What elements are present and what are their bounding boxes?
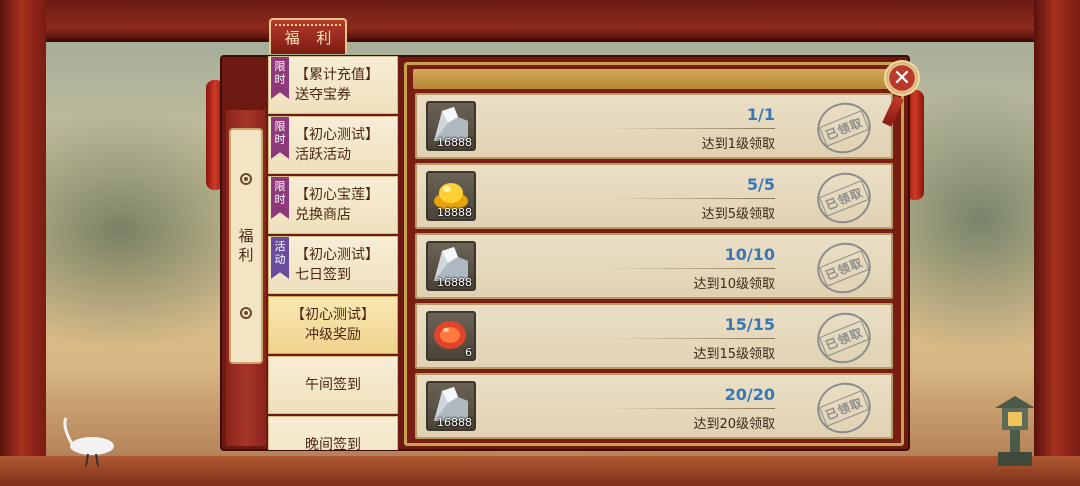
menu-item[interactable]: 晚间签到	[268, 416, 398, 450]
panel-title-tab: 福 利	[269, 18, 347, 54]
menu-item[interactable]: 限时 【初心宝莲】 兑换商店	[268, 176, 398, 234]
knot-icon	[240, 307, 252, 319]
claimed-stamp: 已领取	[809, 234, 879, 302]
claimed-stamp-label: 已领取	[819, 249, 869, 287]
row-divider	[607, 128, 775, 129]
menu-item[interactable]: 限时 【初心测试】 活跃活动	[268, 116, 398, 174]
level-progress: 10/10	[724, 245, 775, 264]
claim-condition: 达到15级领取	[693, 347, 775, 362]
row-divider	[607, 198, 775, 199]
close-icon: ✕	[892, 65, 912, 91]
menu-badge: 限时	[271, 117, 289, 159]
content-header-bar	[413, 69, 895, 89]
level-progress: 1/1	[746, 105, 775, 124]
menu-item-label: 【初心宝莲】 兑换商店	[295, 187, 379, 223]
menu-item-label: 【累计充值】 送夺宝券	[295, 67, 379, 103]
claimed-stamp: 已领取	[809, 164, 879, 232]
claimed-stamp-label: 已领取	[819, 179, 869, 217]
menu-item-label: 【初心测试】 七日签到	[295, 247, 379, 283]
level-progress: 20/20	[724, 385, 775, 404]
reward-item-slot[interactable]: 16888	[426, 241, 476, 291]
stone-lantern-decoration	[995, 396, 1035, 466]
claimed-stamp-label: 已领取	[819, 319, 869, 357]
reward-item-slot[interactable]: 16888	[426, 381, 476, 431]
crane-decoration	[63, 417, 114, 466]
panel-title: 福 利	[284, 28, 338, 47]
reward-row: 6 15/15 达到15级领取 已领取	[415, 303, 893, 372]
claimed-stamp-label: 已领取	[819, 109, 869, 147]
level-progress: 15/15	[724, 315, 775, 334]
knot-icon	[240, 173, 252, 185]
claim-condition: 达到10级领取	[693, 277, 775, 292]
menu-item-label: 晚间签到	[305, 437, 361, 450]
reward-row: 16888 1/1 达到1级领取 已领取	[415, 93, 893, 162]
close-button[interactable]: ✕	[884, 60, 920, 96]
claimed-stamp-label: 已领取	[819, 389, 869, 427]
item-count: 6	[465, 346, 472, 359]
reward-item-slot[interactable]: 16888	[426, 101, 476, 151]
row-divider	[607, 268, 775, 269]
row-divider	[607, 408, 775, 409]
menu-item[interactable]: 【初心测试】 冲级奖励	[268, 296, 398, 354]
claimed-stamp: 已领取	[809, 374, 879, 442]
side-tab-welfare[interactable]: 福利	[229, 128, 263, 364]
menu-item-label: 【初心测试】 活跃活动	[295, 127, 379, 163]
menu-item-label: 【初心测试】 冲级奖励	[291, 307, 375, 343]
reward-item-slot[interactable]: 18888	[426, 171, 476, 221]
item-count: 16888	[437, 416, 472, 429]
menu-badge: 限时	[271, 57, 289, 99]
item-count: 16888	[437, 136, 472, 149]
menu-item[interactable]: 午间签到	[268, 356, 398, 414]
reward-row: 16888 20/20 达到20级领取 已领取	[415, 373, 893, 442]
right-pillar	[1034, 0, 1080, 486]
left-pillar	[0, 0, 46, 486]
claim-condition: 达到20级领取	[693, 417, 775, 432]
reward-item-slot[interactable]: 6	[426, 311, 476, 361]
claim-condition: 达到5级领取	[701, 207, 775, 222]
claimed-stamp: 已领取	[809, 94, 879, 162]
reward-list: 16888 1/1 达到1级领取 已领取 18888 5/5 达到5级领取 已领取 16888 1…	[415, 93, 893, 443]
row-divider	[607, 338, 775, 339]
claim-condition: 达到1级领取	[701, 137, 775, 152]
floor	[0, 456, 1080, 486]
claimed-stamp: 已领取	[809, 304, 879, 372]
top-beam	[0, 0, 1080, 42]
welfare-menu: 限时 【累计充值】 送夺宝券 限时 【初心测试】 活跃活动 限时 【初心宝莲】 兑换商店活…	[268, 56, 400, 450]
item-count: 18888	[437, 206, 472, 219]
item-count: 16888	[437, 276, 472, 289]
menu-badge: 活动	[271, 237, 289, 279]
menu-item[interactable]: 限时 【累计充值】 送夺宝券	[268, 56, 398, 114]
side-tab-label: 福利	[238, 227, 254, 264]
menu-item[interactable]: 活动 【初心测试】 七日签到	[268, 236, 398, 294]
menu-item-label: 午间签到	[305, 377, 361, 393]
reward-row: 16888 10/10 达到10级领取 已领取	[415, 233, 893, 302]
reward-row: 18888 5/5 达到5级领取 已领取	[415, 163, 893, 232]
reward-content: 16888 1/1 达到1级领取 已领取 18888 5/5 达到5级领取 已领取 16888 1…	[404, 62, 904, 446]
level-progress: 5/5	[746, 175, 775, 194]
menu-badge: 限时	[271, 177, 289, 219]
